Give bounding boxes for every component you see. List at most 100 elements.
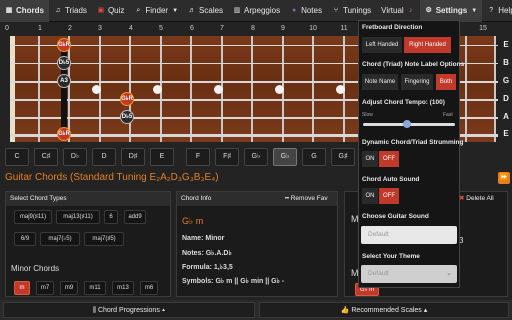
minor-chord-button[interactable]: m9 [60, 281, 78, 295]
root-button[interactable]: G♭ [244, 148, 268, 166]
info-notes-row: Notes: G♭.A.D♭ [182, 250, 232, 257]
note-name-toggle[interactable]: Note Name [362, 74, 398, 90]
theme-select[interactable]: Default ⌄ [361, 265, 457, 283]
chord-note-root[interactable]: G♭R [57, 38, 71, 52]
string-label: G [502, 76, 510, 85]
root-button[interactable]: G♯ [331, 148, 355, 166]
root-button[interactable]: F♯ [215, 148, 239, 166]
chevron-down-icon: ⌄ [446, 270, 452, 277]
chord-note[interactable]: D♭5 [57, 56, 71, 70]
guitar-sound-select[interactable]: Default [361, 226, 457, 244]
fret-inlay [275, 85, 284, 94]
nav-finder[interactable]: ⌕ Finder ▼ [129, 0, 183, 22]
chord-note[interactable]: D♭5 [120, 110, 134, 124]
right-handed-toggle[interactable]: Right Handed [404, 37, 451, 53]
fret-number: 9 [281, 25, 285, 32]
theme-heading: Select Your Theme [362, 253, 420, 260]
strumming-off-toggle[interactable]: OFF [379, 151, 399, 167]
nav-virtual[interactable]: Virtual ♪ [376, 0, 420, 22]
minor-chord-button[interactable]: m7 [36, 281, 54, 295]
chevron-down-icon: ▼ [471, 7, 478, 14]
keyboard-icon: ▥ [233, 6, 241, 14]
nav-quiz[interactable]: ▣ Quiz [92, 0, 129, 22]
string-label: D [503, 94, 509, 103]
root-button[interactable]: D [92, 148, 116, 166]
root-button[interactable]: E [150, 148, 174, 166]
minor-chord-button[interactable]: m [14, 281, 30, 295]
strumming-on-toggle[interactable]: ON [362, 151, 378, 167]
tempo-fast-label: Fast [443, 112, 453, 118]
fingering-toggle[interactable]: Fingering [401, 74, 433, 90]
fret-number: 6 [190, 25, 194, 32]
nav-settings[interactable]: ⚙ Settings ▼ [419, 0, 483, 22]
remove-fav-button[interactable]: ━ Remove Fav [285, 192, 328, 206]
page-title: Guitar Chords (Standard Tuning E₂A₂D₃G₃B… [5, 172, 219, 183]
chord-note-root[interactable]: G♭R [57, 127, 71, 141]
chevron-down-icon: ▼ [172, 7, 179, 14]
minor-chords-heading: Minor Chords [11, 264, 60, 273]
root-button[interactable]: F [186, 148, 210, 166]
chord-root-selector: C C♯ D♭ D D♯ E F F♯ G♭ G♭ G G♯ [0, 145, 360, 167]
nav-triads[interactable]: ♫ Triads [49, 0, 92, 22]
chord-types-panel: Select Chord Types maj9(♯11) maj13(♯11) … [5, 191, 171, 297]
fret-number: 15 [479, 25, 487, 32]
auto-sound-off-toggle[interactable]: OFF [379, 188, 399, 204]
string-label: E [503, 129, 509, 138]
both-toggle[interactable]: Both [436, 74, 456, 90]
root-button[interactable]: C♯ [34, 148, 58, 166]
string-labels: E B G D A E [500, 36, 512, 142]
auto-sound-on-toggle[interactable]: ON [362, 188, 378, 204]
quiz-icon: ▣ [97, 6, 105, 14]
chevron-up-icon: ▴ [159, 307, 166, 314]
strumming-heading: Dynamic Chord/Triad Strumming [362, 139, 464, 146]
grid-icon: ▦ [5, 6, 13, 14]
app-root: ▦ Chords ♫ Triads ▣ Quiz ⌕ Finder ▼ ♬ Scales ▥… [0, 0, 512, 320]
search-icon: ⌕ [136, 6, 141, 14]
fret-wire [190, 36, 192, 142]
fret-inlay [214, 85, 223, 94]
string-label: B [503, 58, 509, 67]
fret-wire [494, 36, 496, 142]
root-button-selected[interactable]: G♭ [273, 148, 297, 166]
circle-icon: ● [291, 6, 297, 14]
minor-chord-button[interactable]: m13 [112, 281, 134, 295]
minor-chord-button[interactable]: m11 [84, 281, 106, 295]
nav-scales[interactable]: ♬ Scales [183, 0, 228, 22]
root-button[interactable]: D♯ [121, 148, 145, 166]
fret-wire [68, 36, 70, 142]
chord-type-button[interactable]: 6/9 [14, 232, 36, 246]
guitar-sound-heading: Choose Guitar Sound [362, 213, 429, 220]
music-note-icon: ♫ [55, 6, 61, 14]
chord-progressions-button[interactable]: ⫼ Chord Progressions ▴ [3, 302, 255, 318]
minor-chord-button[interactable]: m6 [140, 281, 158, 295]
tempo-slider-thumb[interactable] [403, 120, 412, 128]
tempo-slow-label: Slow [362, 112, 373, 118]
recommended-scales-button[interactable]: 👍 Recommended Scales ▴ [259, 302, 509, 318]
fret-wire [38, 36, 40, 142]
nav-help[interactable]: ?Help [482, 0, 512, 22]
question-icon: ? [489, 6, 494, 14]
chord-type-button[interactable]: maj7(♭5) [40, 232, 80, 246]
delete-all-button[interactable]: ✖ Delete All [459, 194, 494, 202]
nav-tunings[interactable]: ⑂ Tunings [327, 0, 376, 22]
chord-type-button[interactable]: maj7(♯5) [84, 232, 124, 246]
fret-number: 2 [68, 25, 72, 32]
root-button[interactable]: C [5, 148, 29, 166]
nav-chords[interactable]: ▦ Chords [0, 0, 49, 22]
left-handed-toggle[interactable]: Left Handed [362, 37, 402, 53]
top-nav: ▦ Chords ♫ Triads ▣ Quiz ⌕ Finder ▼ ♬ Scales ▥… [0, 0, 512, 22]
chord-type-button[interactable]: add9 [124, 210, 146, 224]
root-button[interactable]: D♭ [63, 148, 87, 166]
fret-number: 10 [309, 25, 317, 32]
info-name-row: Name: Minor [182, 235, 225, 242]
nav-notes[interactable]: ● Notes [285, 0, 327, 22]
thumbs-up-icon: 👍 [340, 307, 352, 314]
root-button[interactable]: G [302, 148, 326, 166]
chord-note-root[interactable]: G♭R [120, 92, 134, 106]
chord-type-button[interactable]: maj13(♯11) [56, 210, 100, 224]
fast-forward-icon[interactable]: ⏩ [498, 172, 510, 184]
chord-note[interactable]: A3 [57, 74, 71, 88]
chord-type-button[interactable]: 6 [104, 210, 118, 224]
chord-type-button[interactable]: maj9(♯11) [14, 210, 52, 224]
nav-arpeggios[interactable]: ▥ Arpeggios [228, 0, 285, 22]
